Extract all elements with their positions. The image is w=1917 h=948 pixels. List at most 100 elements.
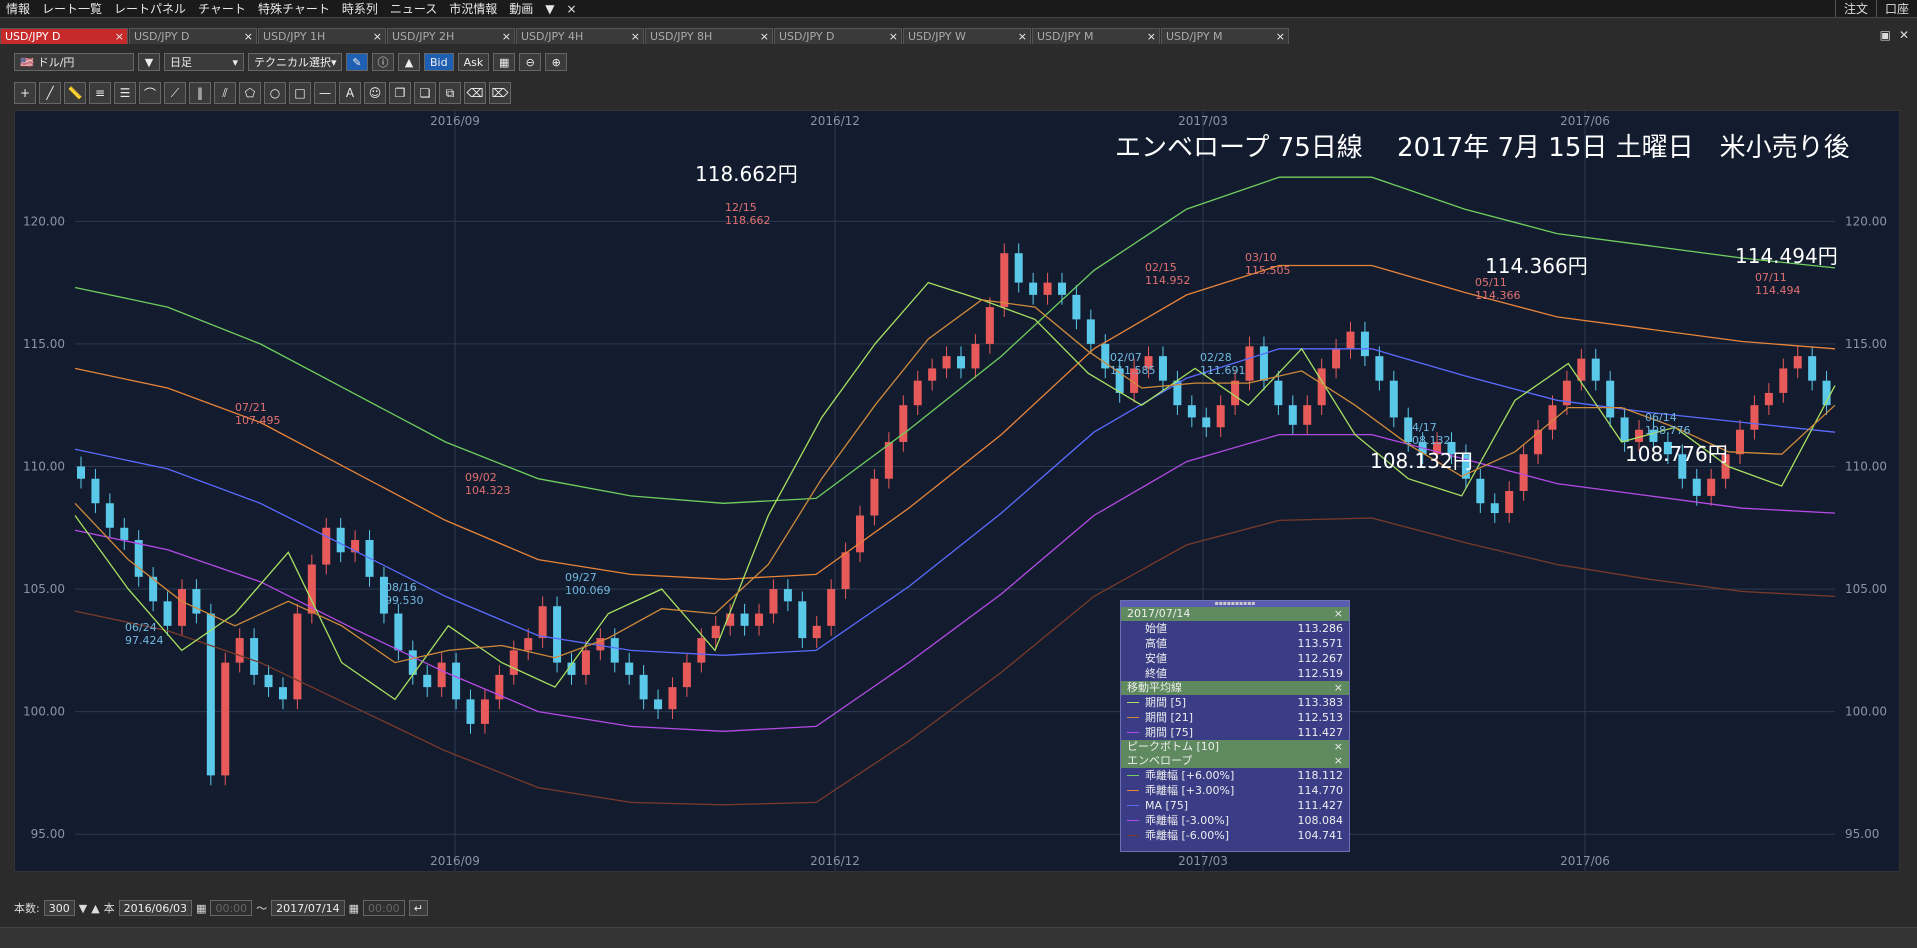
candle-body [1014, 253, 1023, 283]
arc-icon[interactable]: ⌒ [139, 82, 161, 104]
menu-item-3[interactable]: チャート [192, 0, 252, 17]
menu-item-8[interactable]: 動画 [503, 0, 539, 17]
restore-icon[interactable]: ▣ [1880, 28, 1891, 42]
vertical-lines-icon[interactable]: ‖ [189, 82, 211, 104]
technical-select[interactable]: テクニカル選択 ▾ [248, 53, 342, 71]
from-date-input[interactable]: 2016/06/03 [118, 900, 193, 916]
close-icon[interactable]: × [631, 29, 640, 44]
menu-right-item-0[interactable]: 注文 [1834, 0, 1876, 17]
currency-dropdown-button[interactable]: ▼ [138, 53, 160, 71]
menu-item-4[interactable]: 特殊チャート [252, 0, 336, 17]
menu-item-1[interactable]: レート一覧 [36, 0, 108, 17]
trendline-icon[interactable]: ╱ [39, 82, 61, 104]
menu-item-5[interactable]: 時系列 [336, 0, 384, 17]
menu-item-6[interactable]: ニュース [384, 0, 443, 17]
candle-body [1274, 380, 1283, 406]
chart-tab[interactable]: USD/JPY D × [774, 28, 902, 44]
databox-label: 乖離幅 [-6.00%] [1145, 829, 1229, 842]
menu-item-2[interactable]: レートパネル [108, 0, 192, 17]
chart-tab[interactable]: USD/JPY 1H × [258, 28, 386, 44]
y-tick-label-left: 100.00 [23, 705, 65, 719]
databox-row: 期間 [5] 113.383 [1121, 695, 1349, 710]
calendar-icon[interactable]: ▦ [349, 902, 359, 915]
candle-body [856, 515, 865, 553]
pen-icon[interactable]: ✎ [346, 53, 368, 71]
channel-icon[interactable]: ⫽ [214, 82, 236, 104]
close-icon[interactable]: × [889, 29, 898, 44]
close-icon[interactable]: ✕ [1899, 28, 1909, 42]
info-icon[interactable]: ⓘ [372, 53, 394, 71]
horizontal-lines-icon[interactable]: ≡ [89, 82, 111, 104]
chart-canvas[interactable]: 2016/09 2016/09 2016/12 2016/12 2017/03 2017/… [15, 111, 1899, 871]
chart-tab[interactable]: USD/JPY W × [903, 28, 1031, 44]
zoom-out-icon[interactable]: ⊖ [519, 53, 542, 71]
close-icon[interactable]: × [1334, 681, 1343, 695]
close-icon[interactable]: × [1334, 607, 1343, 621]
calendar-icon[interactable]: ▦ [196, 902, 206, 915]
to-time-input[interactable]: 00:00 [362, 900, 405, 916]
count-select[interactable]: 300 [43, 900, 75, 916]
close-icon[interactable]: × [244, 29, 253, 44]
candle-body [1779, 368, 1788, 393]
x-tick-label-top: 2016/12 [810, 114, 860, 128]
menu-item-7[interactable]: 市況情報 [443, 0, 503, 17]
chevron-up-icon[interactable]: ▲ [91, 902, 99, 915]
crosshair-icon[interactable]: + [14, 82, 36, 104]
candle-body [1505, 491, 1514, 514]
legend-swatch [1127, 820, 1139, 821]
from-time-input[interactable]: 00:00 [210, 900, 253, 916]
price-chart[interactable]: 2016/09 2016/09 2016/12 2016/12 2017/03 2017/… [14, 110, 1900, 872]
close-icon[interactable]: × [115, 29, 124, 44]
close-icon[interactable]: × [1334, 740, 1343, 754]
menu-right-item-1[interactable]: 口座 [1875, 0, 1917, 17]
legend-swatch [1127, 717, 1139, 718]
currency-select[interactable]: 🇺🇸 ドル/円 [14, 53, 134, 71]
fan-icon[interactable]: ⟋ [164, 82, 186, 104]
close-icon[interactable]: × [502, 29, 511, 44]
paste-icon[interactable]: ❏ [414, 82, 436, 104]
period-select[interactable]: 日足 ▾ [164, 53, 244, 71]
databox-value: 104.741 [1297, 829, 1344, 842]
circle-icon[interactable]: ○ [264, 82, 286, 104]
zoom-in-icon[interactable]: ⊕ [545, 53, 568, 71]
fibonacci-icon[interactable]: ☰ [114, 82, 136, 104]
chart-tab[interactable]: USD/JPY D × [129, 28, 257, 44]
chart-tab[interactable]: USD/JPY M × [1161, 28, 1289, 44]
copy-icon[interactable]: ❐ [389, 82, 411, 104]
duplicate-icon[interactable]: ⧉ [439, 82, 461, 104]
to-date-input[interactable]: 2017/07/14 [271, 900, 345, 916]
close-icon[interactable]: × [760, 29, 769, 44]
close-icon[interactable]: × [1018, 29, 1027, 44]
close-icon[interactable]: × [1334, 754, 1343, 768]
menu-item-9[interactable]: ▼ [539, 2, 560, 16]
eraser-all-icon[interactable]: ⌦ [489, 82, 511, 104]
rectangle-icon[interactable]: □ [289, 82, 311, 104]
menu-item-0[interactable]: 情報 [0, 0, 36, 17]
chart-tab[interactable]: USD/JPY 8H × [645, 28, 773, 44]
text-icon[interactable]: A [339, 82, 361, 104]
chart-mode-icon[interactable]: ▦ [493, 53, 516, 71]
chart-tab[interactable]: USD/JPY M × [1032, 28, 1160, 44]
chart-tab[interactable]: USD/JPY 2H × [387, 28, 515, 44]
chart-tab[interactable]: USD/JPY 4H × [516, 28, 644, 44]
peak-date-label: 02/07 [1110, 351, 1142, 364]
candle-body [1288, 405, 1297, 425]
eraser-icon[interactable]: ⌫ [464, 82, 486, 104]
close-icon[interactable]: × [373, 29, 382, 44]
close-icon[interactable]: × [1276, 29, 1285, 44]
bid-button[interactable]: Bid [424, 53, 454, 71]
chart-tab[interactable]: USD/JPY D × [0, 28, 128, 44]
databox-row: 安値 112.267 [1121, 651, 1349, 666]
pentagon-icon[interactable]: ⬠ [239, 82, 261, 104]
close-icon[interactable]: × [1147, 29, 1156, 44]
candle-body [1303, 405, 1312, 425]
ruler-icon[interactable]: 📏 [64, 82, 86, 104]
mountain-chart-icon[interactable]: ▲ [398, 53, 420, 71]
hline-icon[interactable]: — [314, 82, 336, 104]
chevron-down-icon[interactable]: ▼ [79, 902, 87, 915]
ask-button[interactable]: Ask [457, 53, 490, 71]
reset-button[interactable]: ↵ [408, 900, 428, 916]
smiley-icon[interactable]: ☺ [364, 82, 386, 104]
menu-item-10[interactable]: × [561, 2, 583, 16]
peak-date-label: 02/28 [1200, 351, 1232, 364]
